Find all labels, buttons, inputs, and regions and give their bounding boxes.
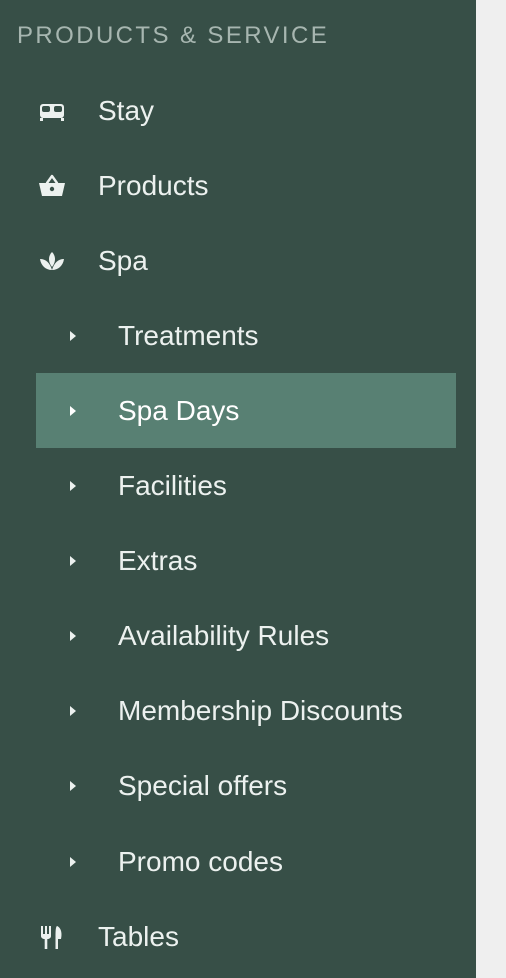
caret-right-icon [70, 405, 76, 416]
sidebar-item-label: Products [98, 169, 209, 201]
caret-right-icon [70, 480, 76, 491]
sidebar-subitem-facilities[interactable]: Facilities [0, 448, 476, 523]
sidebar-item-stay[interactable]: Stay [0, 73, 476, 148]
sidebar-subitem-label: Membership Discounts [118, 694, 403, 726]
content-area [476, 0, 506, 978]
basket-icon [39, 174, 65, 196]
sidebar-item-tables[interactable]: Tables [0, 899, 476, 974]
caret-right-icon [70, 856, 76, 867]
sidebar-subitem-label: Promo codes [118, 845, 283, 877]
caret-right-icon [70, 555, 76, 566]
sidebar-subitem-special-offers[interactable]: Special offers [0, 748, 476, 823]
caret-right-icon [70, 780, 76, 791]
sidebar-subitem-promo-codes[interactable]: Promo codes [0, 824, 476, 899]
sidebar-item-products[interactable]: Products [0, 148, 476, 223]
sidebar-subitem-label: Facilities [118, 469, 227, 501]
sidebar-subitem-label: Treatments [118, 319, 259, 351]
lotus-icon [40, 251, 64, 270]
sidebar-subitem-availability-rules[interactable]: Availability Rules [0, 598, 476, 673]
caret-right-icon [70, 630, 76, 641]
sidebar-subitem-label: Spa Days [118, 394, 240, 426]
sidebar-subitem-label: Special offers [118, 769, 288, 801]
sidebar-subitem-label: Availability Rules [118, 619, 330, 651]
sidebar-subitem-extras[interactable]: Extras [0, 523, 476, 598]
caret-right-icon [70, 330, 76, 341]
sidebar-item-spa[interactable]: Spa [0, 223, 476, 298]
section-heading: PRODUCTS & SERVICE [17, 22, 330, 49]
fork-knife-icon [41, 925, 62, 949]
sidebar-item-label: Stay [98, 94, 155, 126]
sidebar-subitem-treatments[interactable]: Treatments [0, 298, 476, 373]
sidebar-subitem-spa-days[interactable]: Spa Days [0, 373, 476, 448]
sidebar: PRODUCTS & SERVICE Stay Products Spa Tre… [0, 0, 476, 978]
active-highlight [36, 373, 456, 448]
sidebar-subitem-membership-discounts[interactable]: Membership Discounts [0, 673, 476, 748]
sidebar-subitem-label: Extras [118, 544, 198, 576]
sidebar-item-label: Spa [98, 244, 148, 276]
sidebar-item-label: Tables [98, 920, 179, 952]
bed-icon [40, 103, 64, 121]
caret-right-icon [70, 705, 76, 716]
